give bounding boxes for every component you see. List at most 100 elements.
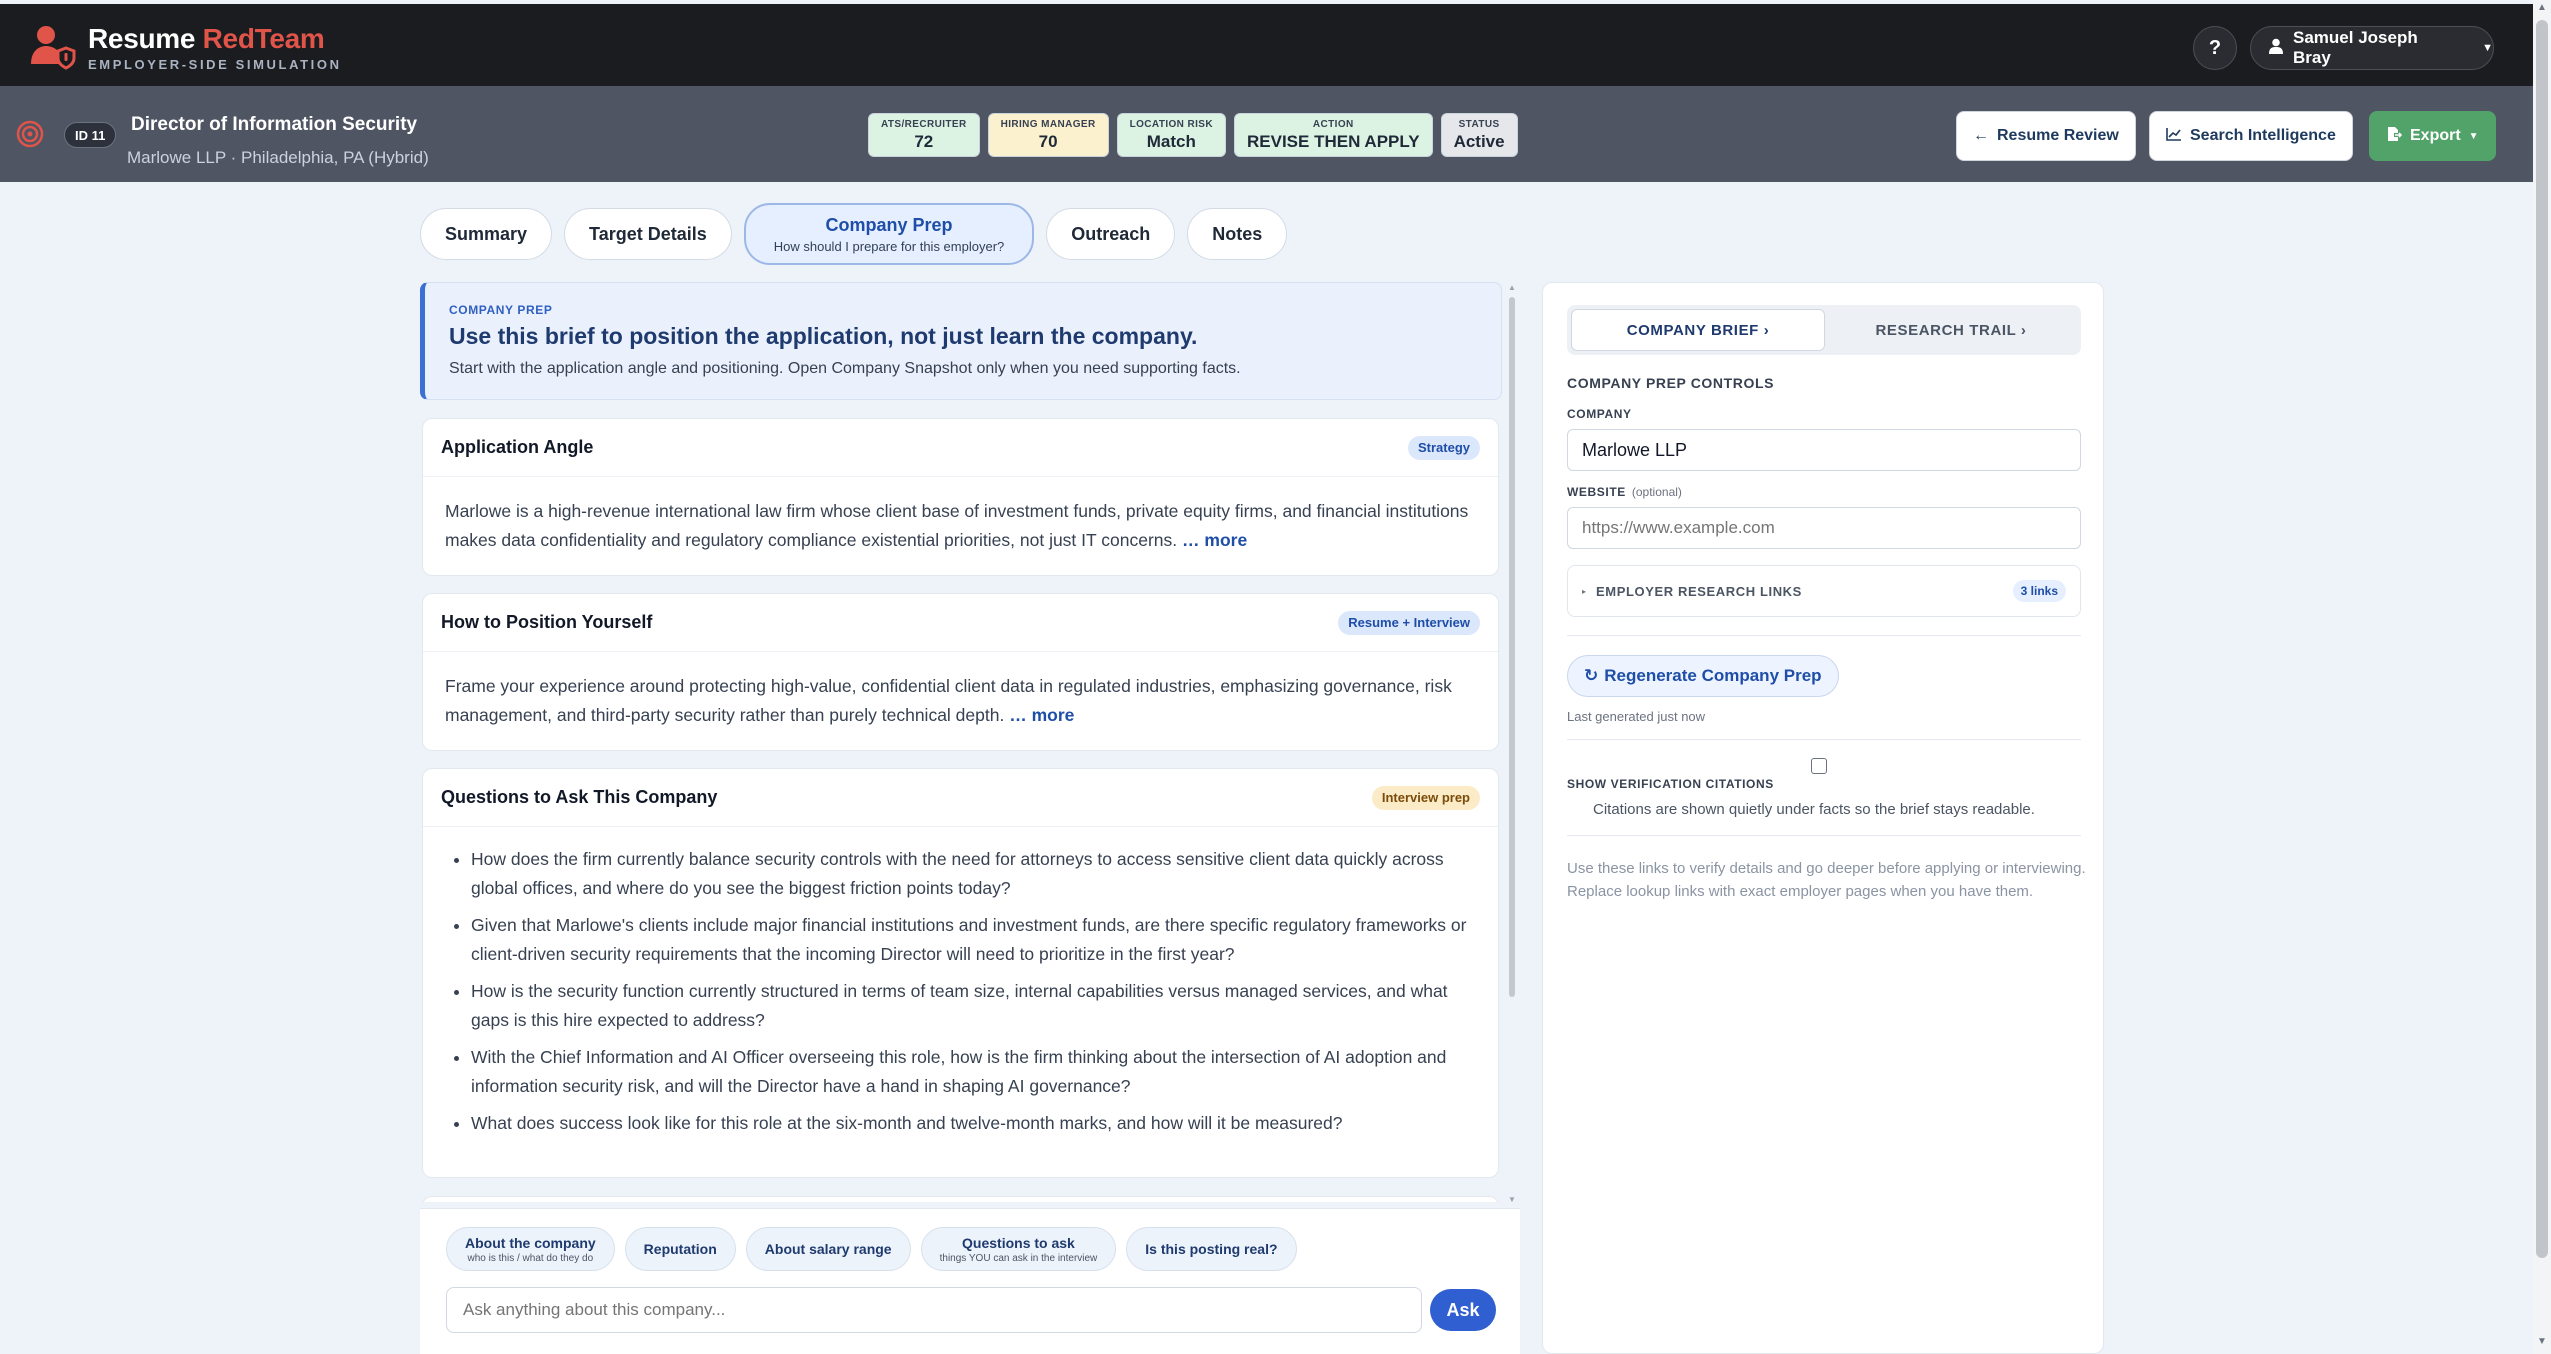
job-title: Director of Information Security: [131, 114, 418, 135]
application-angle-card: Application Angle Strategy Marlowe is a …: [422, 418, 1499, 576]
citations-label: SHOW VERIFICATION CITATIONS: [1567, 777, 1774, 791]
list-item: Given that Marlowe's clients include maj…: [471, 911, 1476, 969]
metric-value: 70: [1038, 131, 1058, 151]
ask-input[interactable]: [446, 1287, 1422, 1333]
website-field[interactable]: [1567, 507, 2081, 549]
metric-pill-location-risk: LOCATION RISK Match: [1116, 113, 1226, 157]
chip-questions-to-ask[interactable]: Questions to ask things YOU can ask in t…: [920, 1227, 1117, 1271]
tab-notes[interactable]: Notes: [1187, 208, 1288, 260]
scroll-up-icon[interactable]: ▲: [1508, 283, 1516, 292]
suggestion-chips: About the company who is this / what do …: [446, 1227, 1297, 1271]
app-subtitle: EMPLOYER-SIDE SIMULATION: [88, 56, 342, 72]
website-label: WEBSITE (optional): [1567, 485, 1682, 499]
job-header: ID 11 Director of Information Security M…: [0, 86, 2533, 182]
metric-value: Active: [1453, 131, 1505, 151]
links-count-badge: 3 links: [2012, 580, 2066, 602]
tab-label: Company Prep: [825, 214, 953, 235]
list-item: How is the security function currently s…: [471, 977, 1476, 1035]
export-button[interactable]: Export ▼: [2369, 111, 2496, 161]
refresh-icon: ↻: [1584, 666, 1599, 685]
scrollbar-thumb[interactable]: [1509, 297, 1515, 997]
tab-target-details[interactable]: Target Details: [564, 208, 732, 260]
metric-value: Match: [1146, 131, 1196, 151]
divider: [1567, 739, 2081, 740]
card-title: Questions to Ask This Company: [441, 787, 718, 807]
company-label: COMPANY: [1567, 407, 1632, 421]
research-note: Use these links to verify details and go…: [1567, 860, 2086, 900]
tab-summary[interactable]: Summary: [420, 208, 553, 260]
metric-pill-status: STATUS Active: [1440, 113, 1518, 157]
metric-label: ATS/RECRUITER: [881, 118, 967, 130]
user-menu-button[interactable]: Samuel Joseph Bray ▼: [2250, 26, 2494, 70]
job-id-badge: ID 11: [64, 122, 117, 148]
metric-value: REVISE THEN APPLY: [1246, 131, 1420, 151]
metric-label: HIRING MANAGER: [1000, 118, 1096, 130]
chip-reputation[interactable]: Reputation: [624, 1227, 736, 1271]
job-subtitle: Marlowe LLP · Philadelphia, PA (Hybrid): [127, 148, 429, 167]
controls-heading: COMPANY PREP CONTROLS: [1567, 375, 1775, 391]
citations-description: Citations are shown quietly under facts …: [1593, 801, 2035, 818]
position-yourself-card: How to Position Yourself Resume + Interv…: [422, 593, 1499, 751]
employer-research-links[interactable]: ▸ EMPLOYER RESEARCH LINKS 3 links: [1567, 565, 2081, 617]
questions-card: Questions to Ask This Company Interview …: [422, 768, 1499, 1178]
resume-review-button[interactable]: ← Resume Review: [1956, 111, 2136, 161]
view-toggle: COMPANY BRIEF › RESEARCH TRAIL ›: [1567, 305, 2081, 355]
brief-headline: Use this brief to position the applicati…: [449, 323, 1198, 349]
metric-pill-ats-recruiter: ATS/RECRUITER 72: [868, 113, 980, 157]
company-brief-toggle[interactable]: COMPANY BRIEF ›: [1571, 309, 1825, 351]
tab-outreach[interactable]: Outreach: [1046, 208, 1176, 260]
help-button[interactable]: ?: [2193, 26, 2237, 70]
search-intelligence-button[interactable]: Search Intelligence: [2149, 111, 2353, 161]
chart-line-icon: [2166, 127, 2182, 146]
page-scrollbar[interactable]: ▲ ▼: [2533, 0, 2551, 1354]
divider: [1567, 635, 2081, 636]
brief-banner: COMPANY PREP Use this brief to position …: [420, 282, 1502, 400]
divider: [1567, 835, 2081, 836]
app-logo[interactable]: Resume RedTeam EMPLOYER-SIDE SIMULATION: [28, 22, 342, 72]
app-title: Resume RedTeam: [88, 22, 325, 54]
logo-icon: [28, 22, 78, 72]
target-icon: [16, 120, 44, 148]
arrow-left-icon: ←: [1973, 127, 1989, 144]
metric-pill-action: ACTION REVISE THEN APPLY: [1233, 113, 1433, 157]
brief-eyebrow: COMPANY PREP: [449, 303, 553, 317]
brief-description: Start with the application angle and pos…: [449, 360, 1241, 377]
export-file-icon: [2386, 126, 2403, 147]
scrollbar-thumb[interactable]: [2536, 20, 2548, 1258]
metric-label: LOCATION RISK: [1129, 118, 1213, 130]
company-prep-controls-panel: COMPANY BRIEF › RESEARCH TRAIL › COMPANY…: [1542, 282, 2104, 1354]
citations-checkbox[interactable]: [1811, 758, 1827, 774]
card-tag: Interview prep: [1371, 785, 1480, 810]
ask-button[interactable]: Ask: [1430, 1289, 1496, 1331]
questions-list: How does the firm currently balance secu…: [445, 845, 1476, 1138]
list-item: How does the firm currently balance secu…: [471, 845, 1476, 903]
regenerate-button[interactable]: ↻ Regenerate Company Prep: [1567, 655, 1839, 697]
tab-bar: Summary Target Details Company Prep How …: [420, 203, 1288, 265]
scroll-down-icon[interactable]: ▼: [1508, 1195, 1516, 1204]
chip-salary-range[interactable]: About salary range: [745, 1227, 911, 1271]
scroll-up-icon[interactable]: ▲: [2537, 2, 2547, 13]
list-item: With the Chief Information and AI Office…: [471, 1043, 1476, 1101]
card-tag: Resume + Interview: [1338, 610, 1480, 635]
chevron-down-icon: ▼: [2482, 42, 2493, 54]
chip-about-company[interactable]: About the company who is this / what do …: [446, 1227, 615, 1271]
chip-posting-real[interactable]: Is this posting real?: [1126, 1227, 1297, 1271]
card-title: How to Position Yourself: [441, 612, 653, 632]
more-link[interactable]: … more: [1182, 530, 1247, 550]
metric-pill-hiring-manager: HIRING MANAGER 70: [987, 113, 1109, 157]
user-icon: [2269, 38, 2283, 59]
tab-company-prep[interactable]: Company Prep How should I prepare for th…: [743, 203, 1035, 265]
metric-label: ACTION: [1312, 118, 1354, 130]
company-prep-content: COMPANY PREP Use this brief to position …: [420, 282, 1506, 1202]
metric-value: 72: [914, 131, 934, 151]
scroll-down-icon[interactable]: ▼: [2537, 1336, 2547, 1347]
metric-label: STATUS: [1458, 118, 1500, 130]
more-link[interactable]: … more: [1009, 705, 1074, 725]
research-trail-toggle[interactable]: RESEARCH TRAIL ›: [1825, 309, 2077, 351]
card-tag: Strategy: [1407, 435, 1480, 460]
user-name: Samuel Joseph Bray: [2293, 28, 2418, 67]
company-field[interactable]: [1567, 429, 2081, 471]
last-generated-text: Last generated just now: [1567, 709, 1706, 724]
content-scrollbar[interactable]: ▲ ▼: [1507, 283, 1517, 1208]
card-body: Frame your experience around protecting …: [445, 676, 1452, 725]
